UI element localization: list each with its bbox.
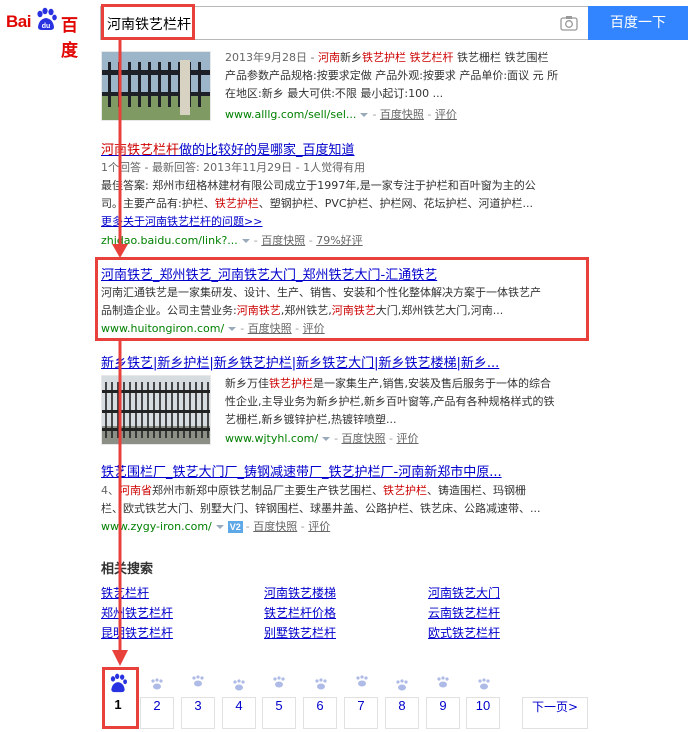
annotation-arrow [112,40,128,666]
